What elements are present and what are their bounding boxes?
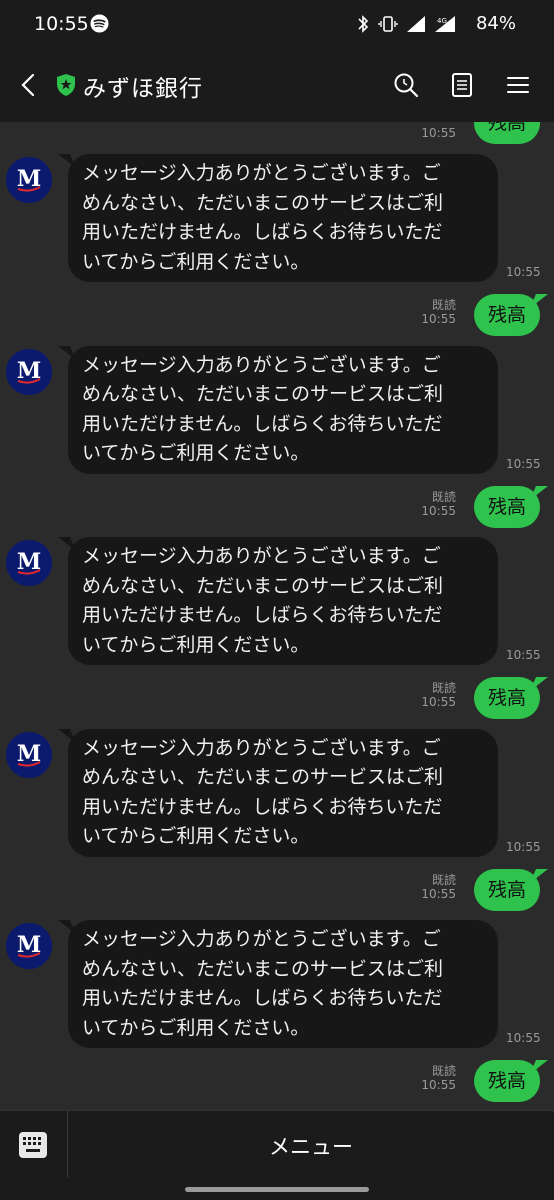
message-line: いてからご利用ください。 — [82, 1016, 310, 1039]
menu-icon[interactable] — [503, 70, 533, 100]
message-line: メッセージ入力ありがとうございます。ご — [82, 928, 441, 950]
system-nav-bar — [0, 1178, 554, 1200]
received-time: 10:55 — [506, 648, 541, 662]
message-line: メッセージ入力ありがとうございます。ご — [82, 736, 441, 759]
sent-time: 10:55 — [421, 126, 456, 140]
chat-title: みずほ銀行 — [83, 76, 203, 102]
signal-4g-icon: 4G — [435, 16, 455, 32]
received-time: 10:55 — [506, 1031, 541, 1045]
outgoing-bubble[interactable]: 残高 — [473, 122, 540, 144]
svg-text:4G: 4G — [437, 17, 447, 25]
sent-time: 10:55 — [421, 503, 456, 518]
keyboard-icon[interactable] — [18, 1131, 48, 1159]
bank-avatar[interactable]: M — [6, 540, 52, 586]
outgoing-bubble[interactable]: 残高 — [473, 485, 540, 528]
message-line: メッセージ入力ありがとうございます。ご — [82, 353, 441, 376]
message-line: いてからご利用ください。 — [82, 250, 310, 273]
sent-time: 10:55 — [421, 695, 456, 709]
status-time: 10:55 — [34, 13, 89, 35]
read-receipt: 既読 — [431, 1064, 456, 1078]
outgoing-bubble[interactable]: 残高 — [473, 1060, 540, 1102]
message-line: 用いただけません。しばらくお待ちいただ — [82, 604, 443, 626]
vibrate-icon — [378, 16, 398, 32]
notes-icon[interactable] — [447, 70, 477, 100]
mizuho-logo-icon: M — [6, 923, 52, 969]
sent-time: 10:55 — [421, 312, 456, 326]
rich-menu-button[interactable]: メニュー — [68, 1131, 554, 1161]
status-icons: 4G — [356, 14, 456, 34]
bank-avatar[interactable]: M — [6, 731, 52, 778]
received-time: 10:55 — [506, 839, 541, 854]
battery-level: 84% — [475, 13, 516, 34]
wifi-icon — [407, 16, 425, 32]
chat-header: みずほ銀行 — [0, 48, 554, 122]
message-line: 用いただけません。しばらくお待ちいただ — [82, 221, 443, 243]
read-receipt: 既読 — [431, 681, 456, 695]
incoming-bubble[interactable]: メッセージ入力ありがとうございます。ご めんなさい、ただいまこのサービスはご利 用い… — [68, 154, 498, 282]
chat-area[interactable]: 10:55 残高 M メッセージ入力ありがとうございます。ご めんなさい、ただいま… — [0, 122, 554, 1110]
incoming-bubble[interactable]: メッセージ入力ありがとうございます。ご めんなさい、ただいまこのサービスはご利 用い… — [68, 537, 498, 665]
received-time: 10:55 — [506, 456, 541, 471]
outgoing-bubble[interactable]: 残高 — [473, 294, 540, 336]
bottom-bar: メニュー — [0, 1110, 554, 1179]
message-line: めんなさい、ただいまこのサービスはご利 — [82, 383, 444, 405]
message-line: いてからご利用ください。 — [82, 442, 310, 464]
sent-time: 10:55 — [421, 886, 456, 901]
mizuho-logo-icon: M — [6, 540, 52, 586]
search-icon[interactable] — [391, 70, 421, 100]
message-line: めんなさい、ただいまこのサービスはご利 — [82, 574, 444, 597]
read-receipt: 既読 — [431, 489, 456, 504]
bluetooth-icon — [358, 15, 369, 33]
message-line: 用いただけません。しばらくお待ちいただ — [82, 987, 443, 1009]
outgoing-bubble[interactable]: 残高 — [473, 677, 540, 719]
mizuho-logo-icon: M — [6, 348, 52, 395]
message-line: めんなさい、ただいまこのサービスはご利 — [82, 766, 444, 788]
message-line: いてからご利用ください。 — [82, 825, 310, 847]
back-arrow-icon[interactable] — [14, 70, 44, 100]
bank-avatar[interactable]: M — [6, 923, 52, 969]
message-line: めんなさい、ただいまこのサービスはご利 — [82, 191, 444, 214]
message-line: いてからご利用ください。 — [82, 633, 310, 656]
message-line: メッセージ入力ありがとうございます。ご — [82, 162, 441, 184]
read-receipt: 既読 — [431, 872, 456, 887]
incoming-bubble[interactable]: メッセージ入力ありがとうございます。ご めんなさい、ただいまこのサービスはご利 用い… — [68, 345, 498, 474]
incoming-bubble[interactable]: メッセージ入力ありがとうございます。ご めんなさい、ただいまこのサービスはご利 用い… — [68, 920, 498, 1048]
message-line: めんなさい、ただいまこのサービスはご利 — [82, 957, 444, 980]
bank-avatar[interactable]: M — [6, 157, 52, 203]
verified-shield-icon — [57, 74, 75, 96]
sent-time: 10:55 — [421, 1078, 456, 1092]
message-line: 用いただけません。しばらくお待ちいただ — [82, 795, 443, 818]
outgoing-bubble[interactable]: 残高 — [473, 868, 540, 911]
received-time: 10:55 — [506, 265, 541, 279]
bank-avatar[interactable]: M — [6, 348, 52, 395]
spotify-icon — [90, 14, 109, 33]
mizuho-logo-icon: M — [6, 157, 52, 203]
mizuho-logo-icon: M — [6, 731, 52, 778]
home-gesture-pill[interactable] — [185, 1187, 369, 1192]
incoming-bubble[interactable]: メッセージ入力ありがとうございます。ご めんなさい、ただいまこのサービスはご利 用い… — [68, 728, 498, 857]
status-bar: 10:55 4G 84% — [0, 0, 554, 48]
message-line: 用いただけません。しばらくお待ちいただ — [82, 412, 443, 435]
read-receipt: 既読 — [431, 298, 456, 312]
message-line: メッセージ入力ありがとうございます。ご — [82, 545, 441, 567]
